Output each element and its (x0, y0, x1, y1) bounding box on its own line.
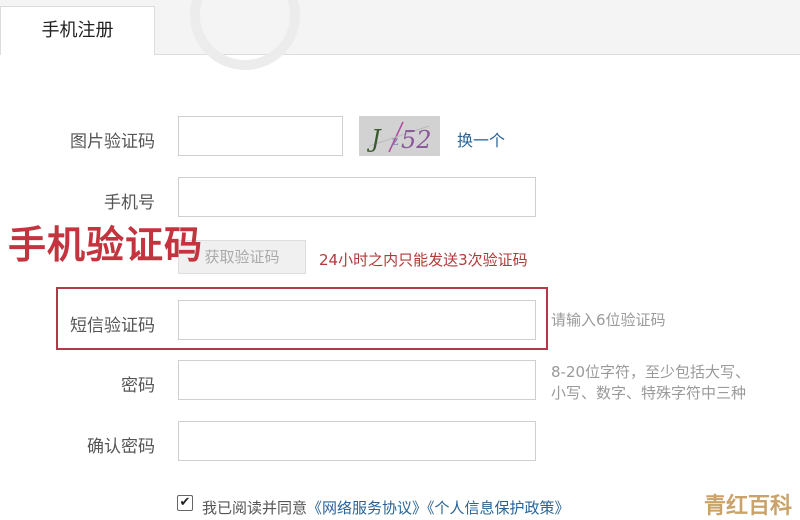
captcha-refresh-link[interactable]: 换一个 (457, 127, 505, 151)
privacy-policy-link[interactable]: 《个人信息保护政策》 (427, 499, 570, 517)
confirm-password-input[interactable] (178, 421, 536, 461)
password-input[interactable] (178, 360, 536, 400)
top-tab-bar: 手机注册 (0, 0, 800, 70)
service-agreement-link[interactable]: 《网络服务协议》 (307, 499, 427, 517)
captcha-char-2: z (392, 134, 398, 148)
phone-label: 手机号 (104, 193, 155, 213)
annotation-label: 手机验证码 (8, 223, 204, 267)
decorative-ring (190, 0, 300, 70)
send-limit-note: 24小时之内只能发送3次验证码 (319, 251, 528, 269)
captcha-label: 图片验证码 (70, 132, 155, 152)
sms-code-hint: 请输入6位验证码 (551, 311, 666, 329)
password-label: 密码 (121, 376, 155, 396)
phone-input[interactable] (178, 177, 536, 217)
watermark: 青红百科 (704, 494, 793, 519)
captcha-input[interactable] (178, 116, 343, 156)
tab-phone-register[interactable]: 手机注册 (0, 6, 155, 55)
agree-checkbox[interactable]: ✔ (177, 495, 193, 511)
captcha-image[interactable]: J z 52 (359, 116, 440, 156)
password-hint-line2: 小写、数字、特殊字符中三种 (551, 384, 747, 402)
agreement-text: 我已阅读并同意《网络服务协议》《个人信息保护政策》 (202, 497, 570, 518)
password-hint-line1: 8-20位字符，至少包括大写、 (551, 363, 751, 381)
captcha-char-3: 52 (401, 126, 432, 154)
confirm-password-label: 确认密码 (87, 437, 155, 457)
annotation-highlight-box (56, 287, 548, 350)
agreement-prefix: 我已阅读并同意 (202, 499, 308, 517)
